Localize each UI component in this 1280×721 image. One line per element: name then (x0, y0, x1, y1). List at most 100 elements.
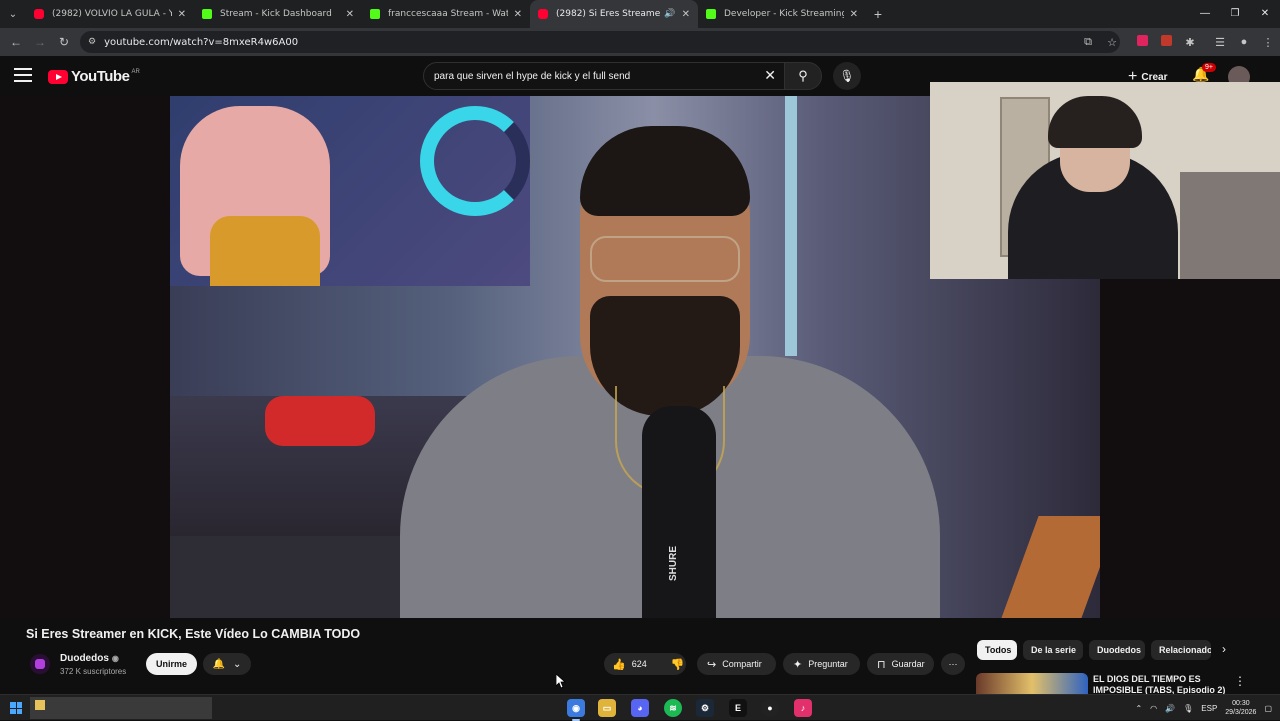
search-query: para que sirven el hype de kick y el ful… (434, 70, 631, 82)
voice-search-button[interactable]: 🎙 (833, 62, 861, 90)
tab-search-icon[interactable]: ⌄ (0, 0, 26, 28)
thumbs-down-icon[interactable]: 👎 (671, 658, 685, 671)
create-label: Crear (1141, 71, 1168, 83)
url-text: youtube.com/watch?v=8mxeR4w6A00 (104, 36, 299, 48)
like-count[interactable]: 624 (632, 659, 647, 669)
toy-cars (265, 396, 375, 446)
forward-icon[interactable]: → (28, 35, 52, 49)
more-horizontal-icon: ⋯ (948, 658, 958, 669)
tab-close-icon[interactable]: ✕ (514, 9, 522, 20)
volume-icon[interactable]: 🔊 (1165, 704, 1175, 713)
thumbs-up-icon[interactable]: 👍 (612, 658, 626, 671)
address-bar[interactable]: ⚙ youtube.com/watch?v=8mxeR4w6A00 (80, 31, 1120, 53)
tab-close-icon[interactable]: ✕ (850, 9, 858, 20)
notifications-button[interactable]: 🔔 9+ (1192, 63, 1216, 83)
extensions-puzzle-icon[interactable]: ✱ (1178, 36, 1202, 49)
sparkle-icon: ✦ (793, 658, 803, 671)
background-hoodie (210, 216, 320, 286)
site-info-icon[interactable]: ⚙ (88, 37, 96, 47)
profile-avatar[interactable]: ● (1232, 36, 1256, 48)
obs-icon[interactable]: ● (761, 699, 779, 717)
browser-tab[interactable]: Developer - Kick Streaming ✕ (698, 0, 866, 28)
file-explorer-icon[interactable]: ▭ (598, 699, 616, 717)
facecam-bed (1180, 172, 1280, 279)
more-vertical-icon[interactable]: ⋮ (1234, 674, 1246, 688)
tab-close-icon[interactable]: ✕ (178, 9, 186, 20)
bell-icon: 🔔 (212, 658, 226, 670)
tab-title: (2982) Si Eres Streamer en (556, 9, 661, 19)
youtube-logo[interactable]: YouTube AR (48, 68, 140, 85)
search-button[interactable]: ⚲ (784, 62, 822, 90)
facecam-overlay (930, 82, 1280, 279)
wooden-object (1001, 516, 1100, 618)
browser-tab[interactable]: franccescaaa Stream - Watch Li ✕ (362, 0, 530, 28)
browser-tab[interactable]: Stream - Kick Dashboard ✕ (194, 0, 362, 28)
youtube-icon (538, 9, 548, 19)
chrome-icon[interactable]: ◉ (567, 699, 585, 721)
extension-icon[interactable] (1154, 35, 1178, 49)
install-app-icon[interactable]: ⧉ (1076, 36, 1100, 49)
channel-name[interactable]: Duodedos ◉ (60, 653, 119, 664)
folder-icon[interactable] (35, 700, 45, 710)
chevron-right-icon[interactable]: › (1222, 642, 1226, 656)
notification-center-icon[interactable]: ▢ (1264, 704, 1272, 713)
chip-de-la-serie[interactable]: De la serie (1023, 640, 1083, 660)
chip-todos[interactable]: Todos (977, 640, 1017, 660)
tab-title: Developer - Kick Streaming (724, 9, 844, 19)
share-icon: ↪ (707, 658, 717, 671)
window-controls: — ❐ ✕ (1190, 0, 1280, 28)
save-label: Guardar (891, 659, 925, 669)
steam-icon[interactable]: ⚙ (696, 699, 714, 717)
clear-search-icon[interactable]: ✕ (764, 67, 776, 84)
browser-tab[interactable]: (2982) VOLVIO LA GULA - YouT ✕ (26, 0, 194, 28)
hamburger-menu-icon[interactable] (14, 68, 32, 82)
subscriber-count: 372 K suscriptores (60, 667, 127, 676)
bookmark-star-icon[interactable]: ☆ (1100, 36, 1124, 49)
taskbar-preview[interactable] (30, 697, 212, 719)
reading-list-icon[interactable]: ☰ (1208, 36, 1232, 49)
minimize-icon[interactable]: — (1190, 0, 1220, 28)
browser-tab-active[interactable]: (2982) Si Eres Streamer en 🔊 ✕ (530, 0, 698, 28)
windows-taskbar: ◉ ▭ ◕ ≋ ⚙ E ● ♪ ⌃ ◠ 🔊 🎙 ESP 00:30 29/3/2… (0, 694, 1280, 721)
channel-avatar[interactable] (30, 654, 50, 674)
chrome-menu-icon[interactable]: ⋮ (1256, 36, 1280, 49)
ask-button[interactable]: ✦ Preguntar (783, 653, 860, 675)
join-button[interactable]: Unirme (146, 653, 197, 675)
tab-close-icon[interactable]: ✕ (346, 9, 354, 20)
background-ring (420, 106, 530, 216)
microphone-icon: 🎙 (839, 69, 855, 83)
country-code: AR (131, 68, 140, 75)
chevron-up-icon[interactable]: ⌃ (1135, 704, 1142, 713)
close-window-icon[interactable]: ✕ (1250, 0, 1280, 28)
network-icon[interactable]: ◠ (1150, 704, 1157, 713)
recommendation-title[interactable]: EL DIOS DEL TIEMPO ES IMPOSIBLE (TABS, E… (1093, 674, 1227, 696)
clock[interactable]: 00:30 29/3/2026 (1225, 699, 1256, 717)
language-indicator[interactable]: ESP (1201, 704, 1217, 713)
chip-duodedos[interactable]: Duodedos (1089, 640, 1145, 660)
spotify-icon[interactable]: ≋ (664, 699, 682, 717)
more-actions-button[interactable]: ⋯ (941, 653, 965, 675)
chip-relacionado[interactable]: Relacionado (1151, 640, 1211, 660)
search-icon: ⚲ (798, 68, 808, 83)
light-bar (785, 96, 797, 356)
microphone-icon[interactable]: 🎙 (1183, 704, 1193, 713)
speaker-icon[interactable]: 🔊 (664, 9, 675, 19)
toolbar-right: ⧉ ☆ ✱ ☰ ● ⋮ (1076, 28, 1280, 56)
share-label: Compartir (722, 659, 762, 669)
tiktok-icon[interactable]: ♪ (794, 699, 812, 717)
maximize-icon[interactable]: ❐ (1220, 0, 1250, 28)
streamer-hair (580, 126, 750, 216)
youtube-icon (34, 9, 44, 19)
back-icon[interactable]: ← (4, 35, 28, 49)
new-tab-button[interactable]: + (866, 6, 890, 22)
tab-close-icon[interactable]: ✕ (682, 9, 690, 20)
windows-start-icon[interactable] (10, 702, 22, 714)
share-button[interactable]: ↪ Compartir (697, 653, 776, 675)
search-input[interactable]: para que sirven el hype de kick y el ful… (423, 62, 785, 90)
discord-icon[interactable]: ◕ (631, 699, 649, 717)
extension-icon[interactable] (1130, 35, 1154, 49)
reload-icon[interactable]: ↻ (52, 35, 76, 49)
subscription-bell-button[interactable]: 🔔 ⌄ (203, 653, 251, 675)
save-button[interactable]: ⊓ Guardar (867, 653, 934, 675)
epic-games-icon[interactable]: E (729, 699, 747, 717)
